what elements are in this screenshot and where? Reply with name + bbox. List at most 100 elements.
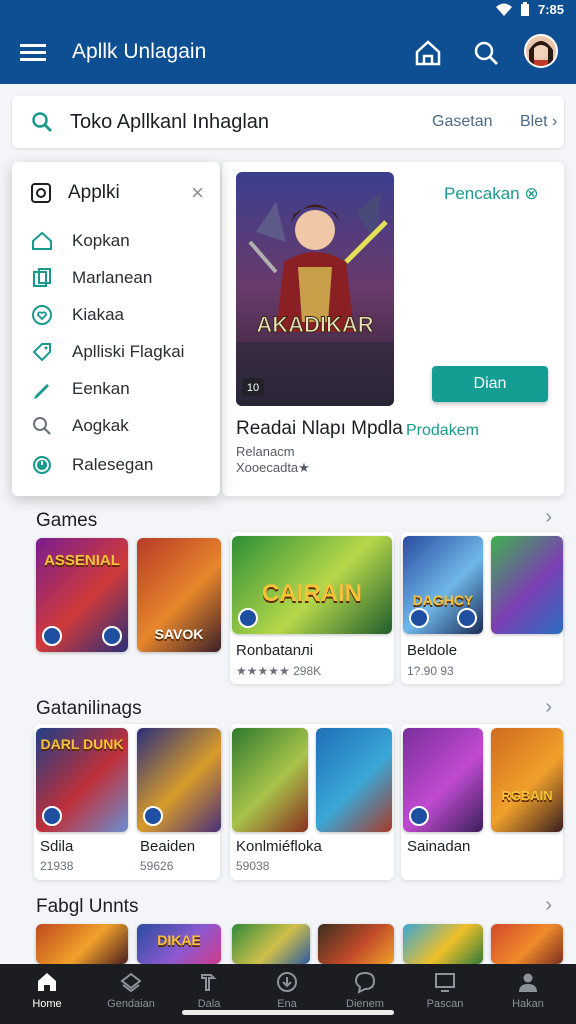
game-badge-icon — [42, 806, 62, 826]
popup-header: Applki — [30, 182, 120, 204]
tile-title: ASSENIAL — [44, 552, 120, 569]
game-card[interactable]: Konlmiéfloka 59038 — [230, 724, 394, 880]
tag-icon — [32, 343, 51, 362]
chat-icon — [354, 971, 376, 994]
bottom-navigation: Home Gendaian Dala Ena Dienem Pascan Hak… — [0, 964, 576, 1024]
game-tile[interactable] — [316, 728, 392, 832]
menu-item-label: Ralesegan — [72, 455, 154, 474]
menu-item-eenkan[interactable]: Eenkan — [30, 374, 130, 404]
game-tile[interactable]: DIKAE — [137, 924, 221, 964]
game-tile[interactable] — [232, 924, 310, 964]
search-more-link[interactable]: Blet › — [520, 113, 557, 131]
nav-home[interactable]: Home — [7, 970, 87, 1020]
featured-art-badge: 10 — [247, 382, 259, 394]
featured-app-title: Readai Nlapı Mpdla — [236, 418, 403, 439]
menu-item-label: Aplliski Flagkai — [72, 342, 185, 361]
nav-label: Gendaian — [107, 998, 155, 1010]
store-home-icon[interactable] — [412, 37, 444, 69]
game-badge-icon — [143, 806, 163, 826]
game-tile[interactable] — [491, 924, 563, 964]
hammer-icon — [201, 974, 217, 991]
status-bar: 7:85 — [0, 0, 576, 20]
heart-icon — [32, 305, 52, 325]
search-icon[interactable] — [470, 37, 502, 69]
game-name: Beaiden — [140, 838, 196, 855]
game-tile[interactable]: DAGHCY — [403, 536, 483, 634]
status-time: 7:85 — [537, 2, 564, 17]
game-tile[interactable]: ASSENIAL — [36, 538, 128, 652]
copy-icon — [33, 268, 51, 287]
featured-app-card[interactable]: AKADIKAR 10 Pencakan ⊗ Dian Readai Nlapı… — [222, 162, 564, 496]
featured-art-title: AKADIKAR — [256, 312, 373, 337]
avatar[interactable] — [524, 34, 558, 68]
wifi-icon — [495, 3, 512, 16]
game-meta: 59626 — [140, 859, 174, 873]
menu-item-label: Marlanean — [72, 268, 153, 287]
menu-item-kiakaa[interactable]: Kiakaa — [30, 300, 124, 330]
menu-icon[interactable] — [18, 38, 48, 68]
nav-label: Home — [32, 998, 62, 1010]
section-more-arrow[interactable]: › — [545, 696, 552, 719]
featured-app-subtitle: Relanacm — [236, 444, 295, 459]
game-rating: ★★★★★ 298K — [236, 664, 322, 678]
search-bar[interactable]: Toko Apllkanl Inhaglan Gasetan Blet › — [12, 96, 564, 148]
game-tile[interactable]: DARL DUNK — [36, 728, 128, 832]
game-badge-icon — [102, 626, 122, 646]
game-name: Konlmiéfloka — [236, 838, 322, 855]
pencil-icon — [34, 384, 49, 399]
game-tile[interactable] — [36, 924, 128, 964]
game-badge-icon — [409, 806, 429, 826]
close-icon[interactable]: × — [191, 182, 204, 204]
game-tile[interactable] — [232, 728, 308, 832]
nav-pascan[interactable]: Pascan — [405, 970, 485, 1020]
section-more-arrow[interactable]: › — [545, 506, 552, 529]
game-name: Sainadan — [407, 838, 471, 855]
game-badge-icon — [238, 608, 258, 628]
featured-app-tag[interactable]: Prodakem — [406, 422, 479, 440]
menu-item-marlanean[interactable]: Marlanean — [30, 263, 152, 293]
feature-link[interactable]: Pencakan ⊗ — [444, 184, 539, 204]
nav-hakan[interactable]: Hakan — [488, 970, 568, 1020]
nav-gendaian[interactable]: Gendaian — [91, 970, 171, 1020]
game-tile[interactable] — [403, 924, 483, 964]
game-tile[interactable] — [318, 924, 394, 964]
app-title: Apllk Unlagain — [72, 40, 207, 63]
game-name: Sdila — [40, 838, 74, 855]
home-icon — [38, 973, 56, 991]
clock-icon — [33, 456, 51, 474]
game-card[interactable]: RGBAIN Sainadan — [401, 724, 563, 880]
section-more-arrow[interactable]: › — [545, 894, 552, 917]
game-tile[interactable]: RGBAIN — [491, 728, 563, 832]
menu-item-label: Kiakaa — [72, 305, 124, 324]
search-filter-link[interactable]: Gasetan — [432, 113, 492, 131]
home-outline-icon — [32, 231, 52, 250]
install-button[interactable]: Dian — [432, 366, 548, 402]
game-card[interactable]: DAGHCY Beldole 1?.90 93 — [401, 532, 563, 684]
status-indicators: 7:85 — [495, 2, 564, 17]
game-card-group: DARL DUNK Sdila 21938 Beaiden 59626 — [34, 724, 221, 880]
tile-title: SAVOK — [154, 626, 204, 642]
game-tile[interactable] — [137, 728, 221, 832]
featured-app-artwork[interactable]: AKADIKAR 10 — [236, 172, 394, 406]
game-tile[interactable]: SAVOK — [137, 538, 221, 652]
menu-item-ralesegan[interactable]: Ralesegan — [30, 450, 153, 480]
section-title-gatanilinags: Gatanilinags — [36, 698, 142, 719]
menu-item-kopkan[interactable]: Kopkan — [30, 226, 130, 256]
menu-item-aogkak[interactable]: Aogkak — [30, 411, 129, 441]
section-title-games: Games — [36, 510, 98, 531]
game-tile[interactable]: CAIRAIN — [232, 536, 392, 634]
tile-title: DIKAE — [157, 932, 201, 948]
game-meta: 59038 — [236, 859, 270, 873]
menu-item-apliski[interactable]: Aplliski Flagkai — [30, 337, 184, 367]
game-tile[interactable] — [403, 728, 483, 832]
tile-title: DAGHCY — [412, 592, 474, 608]
download-icon — [277, 972, 297, 992]
game-card[interactable]: CAIRAIN Ronbatanлi ★★★★★ 298K — [230, 532, 394, 684]
home-indicator — [182, 1010, 394, 1015]
layers-icon — [120, 972, 142, 993]
game-tile[interactable] — [491, 536, 563, 634]
game-name: Beldole — [407, 642, 458, 659]
apps-icon — [31, 183, 51, 203]
person-icon — [519, 973, 537, 992]
search-input[interactable]: Toko Apllkanl Inhaglan — [70, 111, 269, 134]
